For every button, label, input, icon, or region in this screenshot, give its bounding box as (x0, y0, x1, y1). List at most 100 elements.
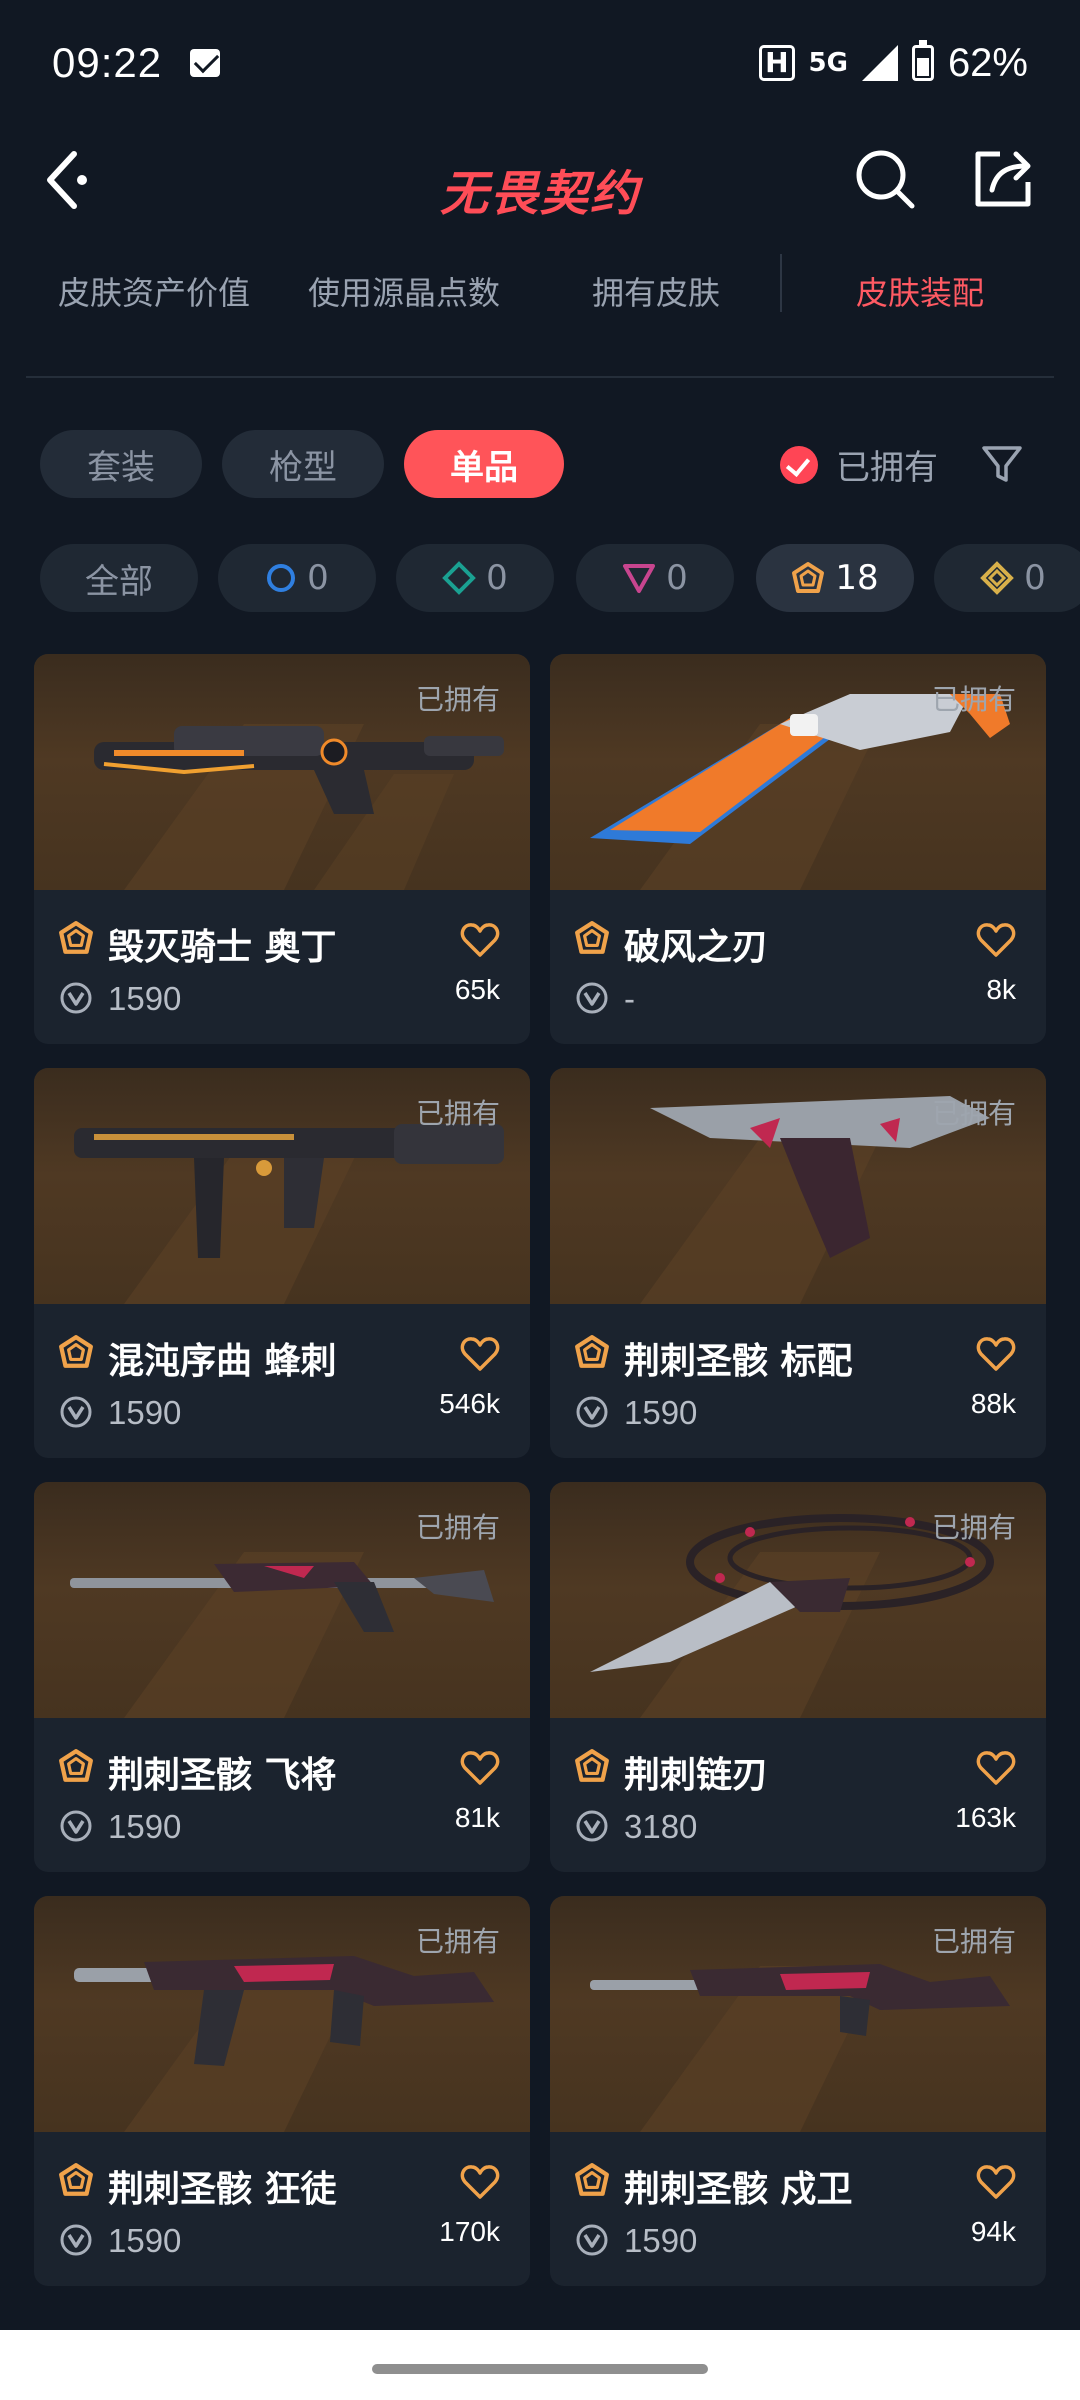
heart-icon[interactable] (976, 922, 1016, 958)
skin-image: 已拥有 (34, 1896, 530, 2132)
heart-icon[interactable] (976, 1336, 1016, 1372)
tier-filter-premium[interactable]: 0 (576, 544, 734, 612)
filter-bundle[interactable]: 套装 (40, 430, 202, 498)
heart-icon[interactable] (976, 2164, 1016, 2200)
skin-card[interactable]: 已拥有 毁灭骑士 奥丁 1590 65k (34, 654, 530, 1044)
status-indicators: H 5G 62% (759, 40, 1028, 86)
status-time: 09:22 (52, 39, 163, 86)
tier-filter-exclusive-count: 0 (1024, 558, 1046, 598)
tier-filter-deluxe-count: 0 (486, 558, 508, 598)
app-header: 无畏契约 (0, 126, 1080, 236)
tier-filter-select[interactable]: 0 (218, 544, 376, 612)
ultra-tier-icon (575, 2163, 609, 2196)
like-count: 81k (454, 1802, 500, 1833)
skin-image: 已拥有 (34, 1068, 530, 1304)
ultra-tier-icon (575, 1335, 609, 1368)
battery-icon (911, 40, 934, 81)
exclusive-tier-icon (980, 561, 1015, 595)
tab-skin-asset-value[interactable]: 皮肤资产价值 (58, 268, 250, 314)
skin-name: 荆刺圣骸 戍卫 (624, 2169, 853, 2210)
heart-icon[interactable] (460, 2164, 500, 2200)
signal-icon (861, 45, 898, 81)
valorant-points-icon (576, 982, 608, 1014)
skin-card[interactable]: 已拥有 混沌序曲 蜂刺 1590 546k (34, 1068, 530, 1458)
owned-toggle-label: 已拥有 (836, 448, 938, 488)
filter-single-item[interactable]: 单品 (404, 430, 564, 498)
check-icon (780, 445, 818, 484)
like-count: 546k (439, 1388, 500, 1419)
tier-filter-premium-count: 0 (666, 558, 688, 598)
heart-icon[interactable] (976, 1750, 1016, 1786)
valorant-points-icon (60, 2224, 92, 2256)
tier-filter-ultra[interactable]: 18 (756, 544, 914, 612)
like-count: 65k (454, 974, 500, 1005)
tier-filter-row: 全部 0 0 0 18 0 (0, 544, 1080, 616)
battery-percent: 62% (947, 40, 1028, 85)
share-icon[interactable] (970, 146, 1036, 212)
valorant-points-icon (576, 2224, 608, 2256)
heart-icon[interactable] (460, 1336, 500, 1372)
header-divider (26, 376, 1054, 378)
owned-label: 已拥有 (415, 683, 500, 716)
top-tabs: 皮肤资产价值 使用源晶点数 拥有皮肤 皮肤装配 (0, 254, 1080, 330)
select-tier-icon (267, 564, 296, 592)
owned-label: 已拥有 (931, 1097, 1016, 1130)
status-bar: 09:22 H 5G 62% (0, 0, 1080, 126)
owned-label: 已拥有 (931, 1925, 1016, 1958)
skin-price: 1590 (108, 980, 182, 1017)
skin-name: 荆刺圣骸 标配 (624, 1341, 853, 1382)
owned-toggle[interactable]: 已拥有 (780, 440, 938, 489)
skin-card[interactable]: 已拥有 荆刺圣骸 戍卫 1590 94k (550, 1896, 1046, 2286)
owned-label: 已拥有 (931, 683, 1016, 716)
like-count: 170k (439, 2216, 500, 2247)
owned-label: 已拥有 (415, 1925, 500, 1958)
skin-price: 1590 (108, 2222, 182, 2259)
heart-icon[interactable] (460, 922, 500, 958)
valorant-points-icon (576, 1396, 608, 1428)
tab-owned-skins[interactable]: 拥有皮肤 (592, 268, 720, 314)
skin-price: - (624, 980, 635, 1017)
like-count: 88k (970, 1388, 1016, 1419)
tier-filter-all[interactable]: 全部 (40, 544, 198, 612)
skin-price: 1590 (624, 1394, 698, 1431)
ultra-tier-icon (792, 562, 825, 593)
skin-image: 已拥有 (34, 654, 530, 890)
skin-name: 毁灭骑士 奥丁 (108, 927, 337, 968)
tab-radianite-points[interactable]: 使用源晶点数 (308, 268, 500, 314)
premium-tier-icon (623, 564, 656, 593)
skin-card[interactable]: 已拥有 荆刺链刃 3180 163k (550, 1482, 1046, 1872)
valorant-points-icon (576, 1810, 608, 1842)
skin-card[interactable]: 已拥有 荆刺圣骸 狂徒 1590 170k (34, 1896, 530, 2286)
network-type: 5G (808, 48, 848, 78)
skin-image: 已拥有 (550, 1068, 1046, 1304)
skin-price: 3180 (624, 1808, 698, 1845)
skin-card[interactable]: 已拥有 破风之刃 - 8k (550, 654, 1046, 1044)
search-icon[interactable] (852, 146, 918, 212)
skin-name: 荆刺链刃 (624, 1755, 769, 1796)
skin-image: 已拥有 (34, 1482, 530, 1718)
skin-card[interactable]: 已拥有 荆刺圣骸 飞将 1590 81k (34, 1482, 530, 1872)
ultra-tier-icon (59, 921, 93, 954)
owned-label: 已拥有 (415, 1097, 500, 1130)
hd-icon: H (759, 45, 795, 81)
owned-label: 已拥有 (931, 1511, 1016, 1544)
tab-skin-loadout[interactable]: 皮肤装配 (856, 268, 984, 314)
tier-filter-exclusive[interactable]: 0 (934, 544, 1080, 612)
skin-image: 已拥有 (550, 1482, 1046, 1718)
filter-weapon-type[interactable]: 枪型 (222, 430, 384, 498)
skin-card[interactable]: 已拥有 荆刺圣骸 标配 1590 88k (550, 1068, 1046, 1458)
ultra-tier-icon (59, 1335, 93, 1368)
skin-name: 荆刺圣骸 飞将 (108, 1755, 337, 1796)
skin-image: 已拥有 (550, 1896, 1046, 2132)
tier-filter-deluxe[interactable]: 0 (396, 544, 554, 612)
home-indicator[interactable] (372, 2364, 708, 2374)
skin-price: 1590 (624, 2222, 698, 2259)
filter-icon[interactable] (980, 442, 1024, 486)
heart-icon[interactable] (460, 1750, 500, 1786)
like-count: 94k (970, 2216, 1016, 2247)
ultra-tier-icon (59, 1749, 93, 1782)
valorant-points-icon (60, 982, 92, 1014)
like-count: 8k (986, 974, 1016, 1005)
tier-filter-ultra-count: 18 (835, 558, 879, 598)
skin-name: 混沌序曲 蜂刺 (108, 1341, 337, 1382)
